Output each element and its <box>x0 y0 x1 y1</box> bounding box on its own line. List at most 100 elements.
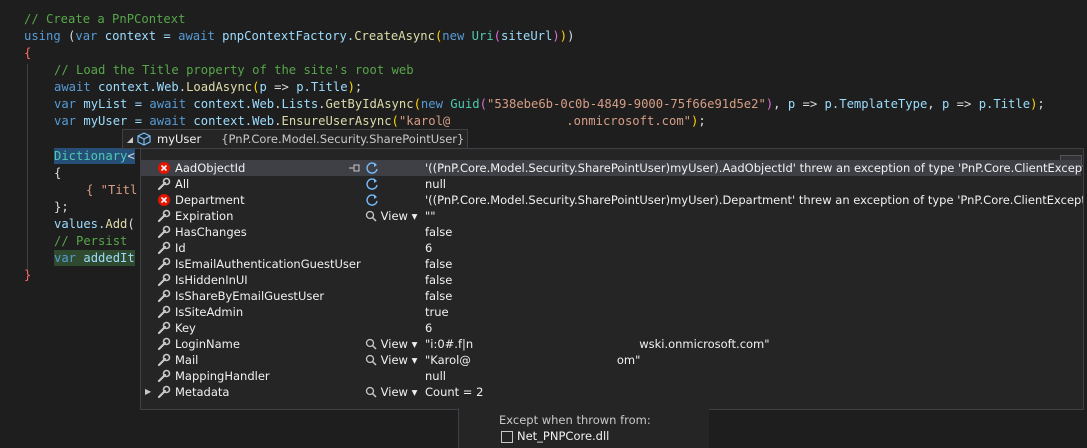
datatip-row-value: null <box>425 177 446 191</box>
except-when-label: Except when thrown from: <box>499 413 651 427</box>
exception-settings-panel: Except when thrown from: Net_PNPCore.dll <box>458 408 709 448</box>
code-line: var addedIt <box>54 250 135 266</box>
datatip-row-name: Department <box>175 193 245 207</box>
datatip-variable-name: myUser <box>157 132 202 146</box>
code-line: values.Add( <box>54 217 135 231</box>
datatip-row[interactable]: MappingHandler null <box>141 368 1081 384</box>
wrench-icon <box>157 241 171 255</box>
wrench-icon <box>157 321 171 335</box>
datatip-row[interactable]: IsEmailAuthenticationGuestUser false <box>141 256 1081 272</box>
datatip-row[interactable]: LoginName View ▾ "i:0#.f|n wski.onmicrosof… <box>141 336 1081 352</box>
datatip-row-name: AadObjectId <box>175 161 246 175</box>
wrench-icon <box>157 369 171 383</box>
datatip-row-name: Mail <box>175 353 199 367</box>
datatip-row-value: false <box>425 225 453 239</box>
magnifier-icon <box>365 210 377 222</box>
datatip-row-name: HasChanges <box>175 225 247 239</box>
error-icon <box>157 193 171 207</box>
expand-icon[interactable]: ▶ <box>145 384 155 400</box>
net-pnpcore-checkbox[interactable] <box>501 431 513 443</box>
net-pnpcore-label: Net_PNPCore.dll <box>517 429 610 443</box>
pin-icon[interactable] <box>349 162 361 174</box>
datatip-row-name: Id <box>175 241 186 255</box>
view-visualizer-button[interactable]: View ▾ <box>365 384 417 400</box>
code-line: } <box>24 268 32 282</box>
datatip-variable-type: {PnP.Core.Model.Security.SharePointUser} <box>221 132 465 146</box>
datatip-header[interactable]: ◢ myUser {PnP.Core.Model.Security.ShareP… <box>122 129 468 149</box>
datatip-row-name: Key <box>175 321 196 335</box>
view-visualizer-button[interactable]: View ▾ <box>365 336 417 352</box>
chevron-down-icon[interactable]: ▾ <box>408 385 418 399</box>
datatip-row[interactable]: IsSiteAdmin true <box>141 304 1081 320</box>
code-line: var myUser = await context.Web.EnsureUse… <box>54 114 706 128</box>
datatip-row[interactable]: IsHiddenInUI false <box>141 272 1081 288</box>
datatip-row[interactable]: Key 6 <box>141 320 1081 336</box>
wrench-icon <box>157 225 171 239</box>
wrench-icon <box>157 289 171 303</box>
datatip-row[interactable]: Id 6 <box>141 240 1081 256</box>
code-line: // Load the Title property of the site's… <box>54 63 414 77</box>
datatip-row-value: "" <box>425 209 436 223</box>
datatip-row-value: 6 <box>425 241 433 255</box>
datatip-row[interactable]: ▶ Metadata View ▾ Count = 2 <box>141 384 1081 400</box>
datatip-row-name: Expiration <box>175 209 234 223</box>
code-line: // Persist <box>54 234 128 248</box>
datatip-row-value: false <box>425 257 453 271</box>
datatip-row-name: IsEmailAuthenticationGuestUser <box>175 257 361 271</box>
code-line: // Create a PnPContext <box>24 12 186 26</box>
datatip-row[interactable]: AadObjectId '((PnP.Core.Model.Security.Sh… <box>141 160 1084 176</box>
wrench-icon <box>157 257 171 271</box>
datatip-row-value: false <box>425 289 453 303</box>
code-line: using (var context = await pnpContextFac… <box>24 29 575 43</box>
datatip-row[interactable]: Mail View ▾ "Karol@ om" <box>141 352 1081 368</box>
refresh-icon[interactable] <box>365 161 379 175</box>
code-line: { <box>24 46 32 60</box>
datatip-row-value: true <box>425 305 449 319</box>
datatip-row-value: "i:0#.f|n wski.onmicrosoft.com" <box>425 337 770 351</box>
datatip-row-value: false <box>425 273 453 287</box>
datatip-row[interactable]: HasChanges false <box>141 224 1081 240</box>
object-icon <box>137 132 155 146</box>
datatip-row-value: '((PnP.Core.Model.Security.SharePointUse… <box>425 193 1084 207</box>
magnifier-icon <box>365 386 377 398</box>
code-line: { <box>54 166 62 180</box>
datatip-row-name: All <box>175 177 190 191</box>
datatip-row-name: IsSiteAdmin <box>175 305 244 319</box>
datatip-popup[interactable]: AadObjectId '((PnP.Core.Model.Security.Sh… <box>140 148 1084 410</box>
code-line: await context.Web.LoadAsync(p => p.Title… <box>54 80 363 94</box>
datatip-row[interactable]: IsShareByEmailGuestUser false <box>141 288 1081 304</box>
datatip-row-value: "Karol@ om" <box>425 353 641 367</box>
datatip-row-name: LoginName <box>175 337 240 351</box>
datatip-row-name: IsShareByEmailGuestUser <box>175 289 325 303</box>
datatip-row-value: '((PnP.Core.Model.Security.SharePointUse… <box>425 161 1084 175</box>
datatip-row-value: Count = 2 <box>425 385 484 399</box>
code-line: }; <box>54 200 69 214</box>
datatip-row-name: IsHiddenInUI <box>175 273 248 287</box>
code-line: { "Titl <box>86 183 138 197</box>
datatip-row-value: null <box>425 369 446 383</box>
wrench-icon <box>157 209 171 223</box>
datatip-row-name: Metadata <box>175 385 230 399</box>
datatip-row-name: MappingHandler <box>175 369 270 383</box>
magnifier-icon <box>365 354 377 366</box>
view-visualizer-button[interactable]: View ▾ <box>365 352 417 368</box>
datatip-row[interactable]: All null <box>141 176 1081 192</box>
view-visualizer-button[interactable]: View ▾ <box>365 208 417 224</box>
chevron-down-icon[interactable]: ▾ <box>408 353 418 367</box>
wrench-icon <box>157 337 171 351</box>
refresh-icon[interactable] <box>365 193 379 207</box>
datatip-row[interactable]: Expiration View ▾ "" <box>141 208 1081 224</box>
wrench-icon <box>157 305 171 319</box>
datatip-row[interactable]: Department '((PnP.Core.Model.Security.Sha… <box>141 192 1084 208</box>
wrench-icon <box>157 353 171 367</box>
code-line: var myList = await context.Web.Lists.Get… <box>54 97 1045 111</box>
code-line: Dictionary< <box>54 148 135 164</box>
collapse-icon[interactable]: ◢ <box>123 135 137 144</box>
chevron-down-icon[interactable]: ▾ <box>408 337 418 351</box>
wrench-icon <box>157 177 171 191</box>
chevron-down-icon[interactable]: ▾ <box>408 209 418 223</box>
indent-guide <box>27 64 28 270</box>
error-icon <box>157 161 171 175</box>
refresh-icon[interactable] <box>365 177 379 191</box>
datatip-row-value: 6 <box>425 321 433 335</box>
